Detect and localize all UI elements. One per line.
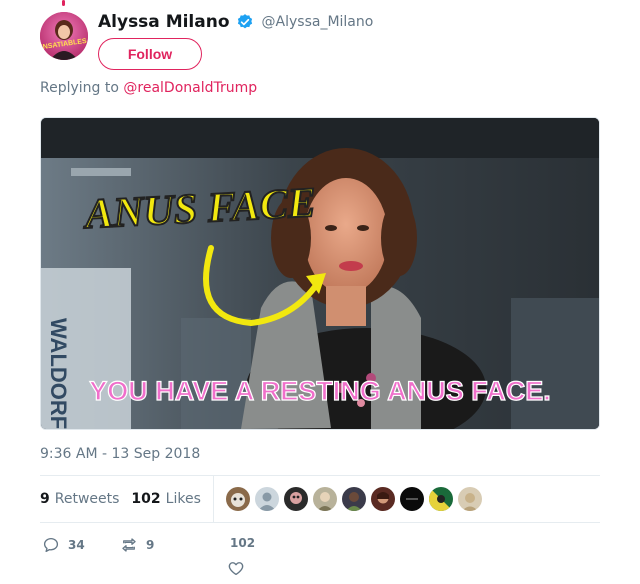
retweets-count: 9 (40, 491, 50, 507)
heart-icon[interactable] (227, 559, 245, 577)
follow-button[interactable]: Follow (98, 38, 202, 70)
user-avatar[interactable]: INSATIABLES (40, 12, 88, 60)
reply-icon (43, 537, 59, 553)
liker-avatar[interactable] (283, 487, 308, 511)
author-row: Alyssa Milano @Alyssa_Milano (98, 12, 373, 32)
retweet-icon (122, 538, 136, 552)
liker-avatar[interactable] (312, 487, 337, 511)
media-caption-bottom: YOU HAVE A RESTING ANUS FACE. (89, 376, 551, 406)
author-display-name[interactable]: Alyssa Milano (98, 12, 230, 32)
liker-avatar[interactable] (457, 487, 482, 511)
tweet-actions: 34 9 102 (40, 534, 600, 580)
liker-avatar[interactable] (399, 487, 424, 511)
author-handle[interactable]: @Alyssa_Milano (262, 14, 374, 30)
retweets-stat[interactable]: 9 Retweets (40, 491, 119, 507)
likes-stat[interactable]: 102 Likes (131, 491, 200, 507)
liker-avatar[interactable] (254, 487, 279, 511)
reply-count: 34 (68, 538, 85, 552)
retweet-action[interactable]: 9 (120, 536, 154, 554)
liker-avatar[interactable] (341, 487, 366, 511)
retweet-count: 9 (146, 538, 155, 552)
tweet-media-gif[interactable]: WALDORF ANUS FACE YOU HAVE A RESTING ANU… (40, 117, 600, 430)
replying-prefix: Replying to (40, 80, 119, 96)
replying-mention-link[interactable]: @realDonaldTrump (123, 80, 257, 96)
retweets-label: Retweets (54, 491, 120, 507)
divider-bottom (40, 522, 600, 523)
media-frame: WALDORF ANUS FACE YOU HAVE A RESTING ANU… (41, 118, 599, 429)
tweet-timestamp[interactable]: 9:36 AM - 13 Sep 2018 (40, 446, 200, 462)
thread-connector (62, 0, 65, 6)
liker-avatar[interactable] (428, 487, 453, 511)
liker-avatar[interactable] (225, 487, 250, 511)
reply-action[interactable]: 34 (42, 536, 85, 554)
avatar-image: INSATIABLES (40, 12, 88, 60)
likes-label: Likes (165, 491, 201, 507)
stats-separator (212, 476, 214, 522)
liker-avatar[interactable] (370, 487, 395, 511)
likes-count: 102 (131, 491, 161, 507)
tweet-stats: 9 Retweets 102 Likes (40, 476, 600, 522)
replying-to: Replying to @realDonaldTrump (40, 80, 257, 96)
liker-avatars (225, 487, 482, 511)
like-count-label: 102 (230, 536, 256, 550)
verified-badge-icon (237, 14, 252, 29)
media-background-sign: WALDORF (46, 318, 71, 429)
